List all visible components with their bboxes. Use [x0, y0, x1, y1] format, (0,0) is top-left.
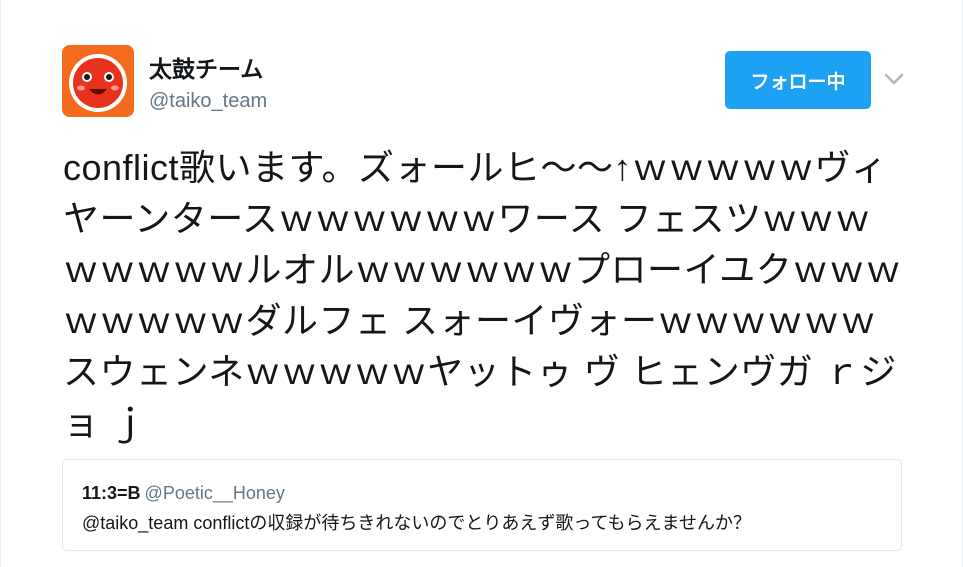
quoted-tweet-text: @taiko_team conflictの収録が待ちきれないのでとりあえず歌って…	[82, 513, 752, 533]
quoted-tweet-header: 11:3=B @Poetic__Honey	[82, 482, 285, 504]
taiko-drum-mascot-icon	[62, 45, 134, 117]
tweet-text: conflict歌います。ズォールヒ～～↑ｗｗｗｗｗヴィヤーンタースｗｗｗｗｗｗ…	[63, 147, 902, 443]
following-button[interactable]: フォロー中	[725, 51, 871, 109]
tweet-card: 太鼓チーム @taiko_team フォロー中 conflict歌います。ズォー…	[0, 0, 963, 567]
chevron-down-icon[interactable]	[883, 70, 905, 88]
quoted-tweet[interactable]: 11:3=B @Poetic__Honey @taiko_team conflic…	[62, 459, 902, 551]
quoted-tweet-display-name: 11:3=B	[82, 483, 141, 503]
author-avatar[interactable]	[62, 45, 134, 117]
quoted-tweet-handle: @Poetic__Honey	[144, 483, 285, 503]
author-handle[interactable]: @taiko_team	[149, 89, 267, 113]
author-display-name[interactable]: 太鼓チーム	[149, 55, 263, 83]
